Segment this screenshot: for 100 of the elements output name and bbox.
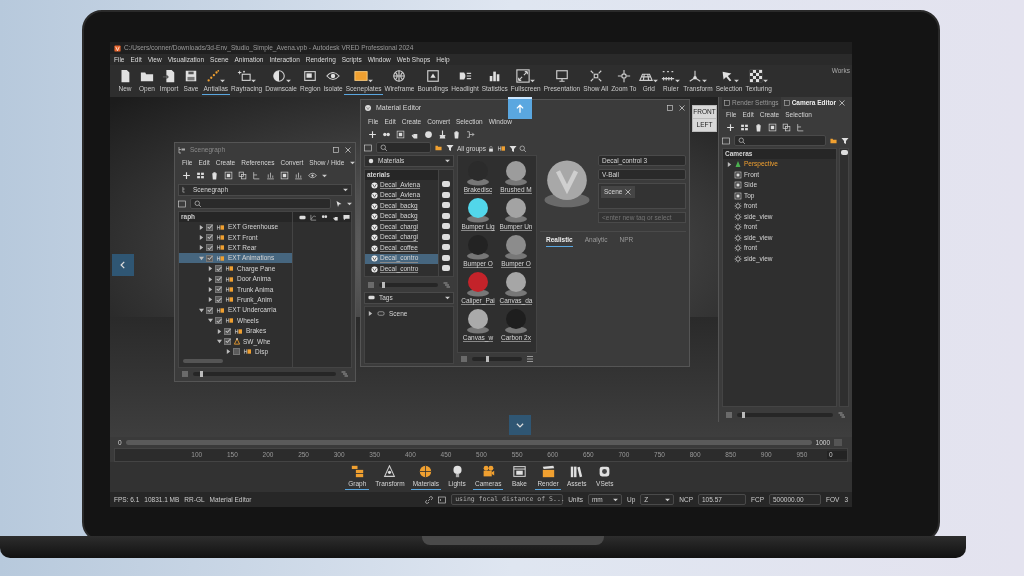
image-icon[interactable] bbox=[364, 143, 372, 152]
collapsed-arrow-icon[interactable] bbox=[208, 266, 213, 272]
collapsed-arrow-icon[interactable] bbox=[208, 286, 213, 292]
checkbox[interactable] bbox=[215, 296, 222, 304]
checkbox[interactable] bbox=[206, 244, 213, 252]
frame-icon[interactable] bbox=[768, 123, 777, 132]
zoom-slider[interactable] bbox=[193, 371, 336, 376]
slider-thumb[interactable] bbox=[381, 281, 385, 288]
expanded-arrow-icon[interactable] bbox=[208, 318, 213, 324]
frame-icon[interactable] bbox=[280, 171, 289, 180]
caret-icon[interactable] bbox=[733, 79, 739, 84]
slider-thumb[interactable] bbox=[741, 411, 745, 418]
trash-icon[interactable] bbox=[452, 130, 461, 139]
collapsed-arrow-icon[interactable] bbox=[217, 328, 222, 334]
caret-icon[interactable] bbox=[368, 79, 374, 84]
resize-grip-icon[interactable] bbox=[837, 410, 846, 419]
people-icon[interactable] bbox=[321, 213, 328, 221]
image-icon[interactable] bbox=[178, 199, 186, 208]
close-icon[interactable] bbox=[344, 146, 352, 154]
pointer-icon[interactable] bbox=[335, 199, 343, 208]
expanded-arrow-icon[interactable] bbox=[199, 307, 204, 313]
collapsed-arrow-icon[interactable] bbox=[199, 245, 204, 251]
hierarchy-icon[interactable] bbox=[252, 171, 261, 180]
folder-icon[interactable] bbox=[830, 137, 837, 144]
checkbox[interactable] bbox=[215, 285, 222, 293]
trash-icon[interactable] bbox=[754, 123, 763, 132]
range-handle[interactable] bbox=[834, 439, 842, 446]
zoom-slider[interactable] bbox=[472, 356, 522, 361]
expanded-arrow-icon[interactable] bbox=[199, 255, 204, 261]
caret-icon[interactable] bbox=[350, 160, 356, 165]
caret-icon[interactable] bbox=[251, 79, 257, 84]
checkbox[interactable] bbox=[215, 317, 222, 325]
toggle-chip[interactable] bbox=[840, 150, 848, 155]
brush-icon[interactable] bbox=[438, 130, 447, 139]
bottom-arrow-button[interactable] bbox=[509, 415, 531, 435]
stack-icon[interactable] bbox=[782, 123, 791, 132]
resize-grip-icon[interactable] bbox=[340, 369, 349, 378]
caret-icon[interactable] bbox=[675, 79, 681, 84]
expanded-arrow-icon[interactable] bbox=[217, 338, 222, 344]
chart-icon[interactable] bbox=[294, 171, 303, 180]
caret-icon[interactable] bbox=[665, 497, 671, 502]
frame-range-slider[interactable] bbox=[125, 440, 812, 445]
image-icon[interactable] bbox=[722, 136, 730, 145]
plus-icon[interactable] bbox=[182, 171, 191, 180]
checkbox[interactable] bbox=[206, 234, 213, 241]
hierarchy-icon[interactable] bbox=[796, 123, 805, 132]
close-icon[interactable] bbox=[678, 104, 686, 112]
frame-icon[interactable] bbox=[396, 130, 405, 139]
caret-icon[interactable] bbox=[322, 173, 327, 178]
resize-grip-icon[interactable] bbox=[442, 280, 451, 289]
trash-icon[interactable] bbox=[210, 171, 219, 180]
search-icon[interactable] bbox=[194, 199, 202, 208]
link-dots-icon[interactable] bbox=[382, 130, 391, 139]
maximize-icon[interactable] bbox=[332, 146, 340, 154]
caret-icon[interactable] bbox=[653, 79, 659, 84]
connector-icon[interactable] bbox=[466, 130, 475, 139]
collapsed-arrow-icon[interactable] bbox=[208, 276, 213, 282]
caret-icon[interactable] bbox=[702, 79, 708, 84]
stack-icon[interactable] bbox=[238, 171, 247, 180]
slider-thumb[interactable] bbox=[486, 355, 490, 362]
terminal-icon[interactable] bbox=[438, 495, 447, 504]
caret-icon[interactable] bbox=[612, 497, 618, 502]
filter-icon[interactable] bbox=[841, 136, 849, 145]
checkbox[interactable] bbox=[215, 265, 222, 273]
grid-view-icon[interactable] bbox=[526, 354, 534, 363]
chart-icon[interactable] bbox=[266, 171, 275, 180]
link-icon[interactable] bbox=[425, 495, 434, 504]
checkbox[interactable] bbox=[206, 306, 213, 314]
slider-thumb[interactable] bbox=[200, 370, 203, 377]
ball-icon[interactable] bbox=[424, 130, 433, 139]
caret-icon[interactable] bbox=[445, 159, 450, 163]
checkbox[interactable] bbox=[206, 254, 213, 262]
lock-icon[interactable] bbox=[487, 145, 494, 152]
curve-icon[interactable] bbox=[310, 213, 317, 221]
eye-icon[interactable] bbox=[308, 171, 317, 180]
collapsed-arrow-icon[interactable] bbox=[727, 161, 732, 167]
checkbox[interactable] bbox=[233, 348, 240, 356]
grid-icon[interactable] bbox=[740, 123, 749, 132]
search-field[interactable] bbox=[734, 135, 826, 146]
checkbox[interactable] bbox=[224, 337, 231, 345]
search-icon[interactable] bbox=[518, 144, 527, 153]
search-icon[interactable] bbox=[738, 136, 746, 145]
maximize-icon[interactable] bbox=[666, 104, 674, 112]
caret-icon[interactable] bbox=[530, 79, 536, 84]
caret-icon[interactable] bbox=[347, 201, 352, 206]
frame-icon[interactable] bbox=[224, 171, 233, 180]
checkbox[interactable] bbox=[224, 327, 231, 335]
plus-icon[interactable] bbox=[726, 123, 735, 132]
collapsed-arrow-icon[interactable] bbox=[199, 224, 204, 230]
caret-icon[interactable] bbox=[445, 296, 450, 300]
caret-icon[interactable] bbox=[220, 79, 226, 84]
collapsed-arrow-icon[interactable] bbox=[199, 235, 204, 240]
zoom-slider[interactable] bbox=[737, 412, 833, 417]
plus-icon[interactable] bbox=[368, 130, 377, 139]
filter-icon[interactable] bbox=[508, 144, 517, 153]
comment-icon[interactable] bbox=[343, 213, 350, 221]
checkbox[interactable] bbox=[206, 223, 213, 231]
zoom-slider[interactable] bbox=[379, 282, 438, 287]
search-field[interactable] bbox=[376, 142, 431, 153]
filter-icon[interactable] bbox=[446, 143, 454, 152]
